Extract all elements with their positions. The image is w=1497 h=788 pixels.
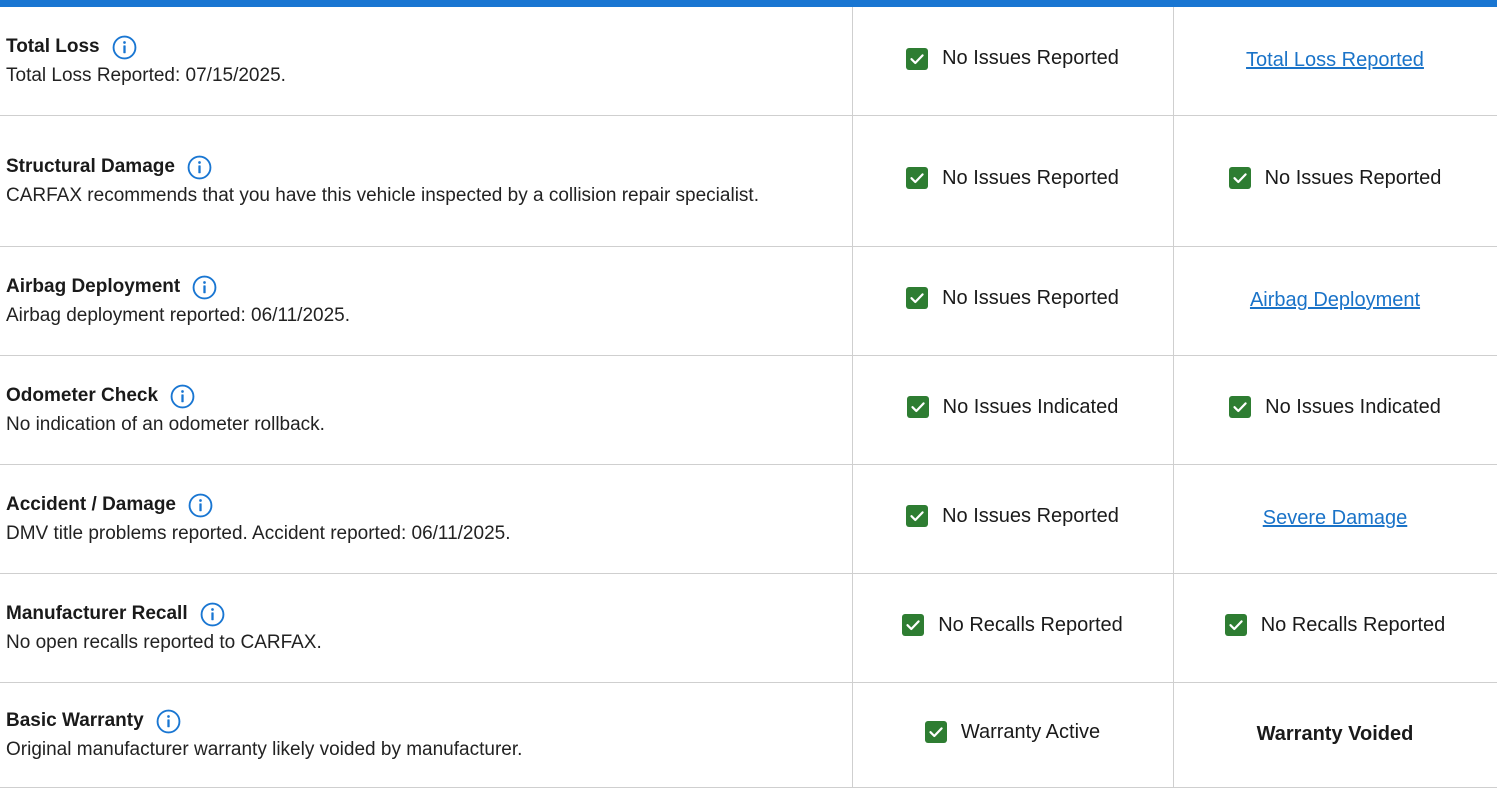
checkmark-icon bbox=[906, 47, 929, 70]
row-description: Airbag deployment reported: 06/11/2025. bbox=[6, 304, 350, 326]
airbag-deployment-label-cell: Airbag Deployment Airbag deployment repor… bbox=[0, 246, 852, 356]
info-icon[interactable] bbox=[156, 709, 181, 734]
checkmark-icon bbox=[906, 167, 929, 190]
structural-damage-label-cell: Structural Damage CARFAX recommends that … bbox=[0, 115, 852, 247]
checkmark-icon bbox=[906, 396, 929, 419]
total-loss-label-cell: Total Loss Total Loss Reported: 07/15/202… bbox=[0, 7, 852, 116]
odometer-check-column-b-cell: No Issues Indicated bbox=[851, 355, 1173, 465]
status-badge: No Recalls Reported bbox=[902, 614, 1123, 637]
info-icon[interactable] bbox=[170, 384, 195, 409]
row-description: CARFAX recommends that you have this veh… bbox=[6, 184, 759, 206]
basic-warranty-column-b-cell: Warranty Active bbox=[851, 682, 1173, 788]
row-description: DMV title problems reported. Accident re… bbox=[6, 522, 511, 544]
checkmark-icon bbox=[1224, 614, 1247, 637]
header-accent-bar bbox=[0, 0, 1497, 7]
total-loss-reported-link[interactable]: Total Loss Reported bbox=[1246, 49, 1424, 71]
manufacturer-recall-label-cell: Manufacturer Recall No open recalls repor… bbox=[0, 573, 852, 683]
info-icon[interactable] bbox=[187, 155, 212, 180]
status-badge: No Issues Reported bbox=[906, 47, 1119, 70]
table-row-manufacturer-recall: Manufacturer Recall No open recalls repor… bbox=[0, 573, 1497, 683]
odometer-check-label-cell: Odometer Check No indication of an odomet… bbox=[0, 355, 852, 465]
accident-damage-column-c-cell: Severe Damage bbox=[1172, 464, 1497, 574]
status-badge: Warranty Active bbox=[924, 720, 1101, 744]
checkmark-icon bbox=[906, 505, 929, 528]
row-description: Original manufacturer warranty likely vo… bbox=[6, 738, 523, 760]
status-badge: No Issues Reported bbox=[906, 287, 1119, 310]
table-row-total-loss: Total Loss Total Loss Reported: 07/15/202… bbox=[0, 7, 1497, 116]
structural-damage-column-c-cell: No Issues Reported bbox=[1172, 115, 1497, 247]
table-row-accident-damage: Accident / Damage DMV title problems repo… bbox=[0, 464, 1497, 574]
status-text: No Issues Reported bbox=[942, 504, 1119, 527]
status-badge: No Issues Reported bbox=[1228, 166, 1442, 190]
status-text: No Issues Reported bbox=[942, 286, 1119, 309]
row-description: No indication of an odometer rollback. bbox=[6, 413, 325, 435]
row-title: Odometer Check bbox=[6, 385, 159, 406]
status-text: No Issues Reported bbox=[942, 47, 1119, 69]
status-text: Warranty Active bbox=[960, 720, 1101, 743]
info-icon[interactable] bbox=[112, 35, 137, 60]
row-title: Structural Damage bbox=[6, 156, 175, 177]
row-description: No open recalls reported to CARFAX. bbox=[6, 631, 322, 653]
odometer-check-column-c-cell: No Issues Indicated bbox=[1172, 355, 1497, 465]
structural-damage-column-b-cell: No Issues Reported bbox=[851, 115, 1173, 247]
status-text: No Issues Reported bbox=[942, 166, 1119, 189]
checkmark-icon bbox=[906, 287, 929, 310]
history-comparison-table: Total Loss Total Loss Reported: 07/15/202… bbox=[0, 7, 1497, 788]
status-badge: No Issues Reported bbox=[906, 505, 1119, 528]
row-title: Manufacturer Recall bbox=[6, 603, 188, 624]
status-badge: No Issues Indicated bbox=[1229, 396, 1441, 419]
checkmark-icon bbox=[902, 614, 925, 637]
status-badge: No Recalls Reported bbox=[1224, 613, 1446, 637]
manufacturer-recall-column-b-cell: No Recalls Reported bbox=[851, 573, 1173, 683]
basic-warranty-column-c-cell: Warranty Voided bbox=[1172, 682, 1497, 788]
row-title: Accident / Damage bbox=[6, 494, 176, 515]
status-badge: No Issues Reported bbox=[906, 167, 1119, 190]
row-title: Total Loss bbox=[6, 36, 100, 58]
airbag-deployment-column-c-cell: Airbag Deployment bbox=[1172, 246, 1497, 356]
table-row-odometer-check: Odometer Check No indication of an odomet… bbox=[0, 355, 1497, 465]
airbag-deployment-link[interactable]: Airbag Deployment bbox=[1250, 289, 1420, 311]
info-icon[interactable] bbox=[192, 275, 217, 300]
row-title: Airbag Deployment bbox=[6, 276, 181, 297]
total-loss-column-c-cell: Total Loss Reported bbox=[1172, 7, 1497, 116]
basic-warranty-label-cell: Basic Warranty Original manufacturer warr… bbox=[0, 682, 852, 788]
accident-damage-label-cell: Accident / Damage DMV title problems repo… bbox=[0, 464, 852, 574]
severe-damage-link[interactable]: Severe Damage bbox=[1263, 507, 1408, 529]
status-text: Warranty Voided bbox=[1256, 723, 1414, 745]
status-text: No Recalls Reported bbox=[1260, 613, 1446, 636]
airbag-deployment-column-b-cell: No Issues Reported bbox=[851, 246, 1173, 356]
row-title: Basic Warranty bbox=[6, 710, 144, 731]
status-text: No Recalls Reported bbox=[938, 613, 1123, 636]
info-icon[interactable] bbox=[188, 493, 213, 518]
status-text: No Issues Reported bbox=[1264, 166, 1442, 189]
row-description: Total Loss Reported: 07/15/2025. bbox=[6, 64, 286, 86]
status-text: No Issues Indicated bbox=[942, 395, 1119, 418]
manufacturer-recall-column-c-cell: No Recalls Reported bbox=[1172, 573, 1497, 683]
checkmark-icon bbox=[924, 721, 947, 744]
status-text: No Issues Indicated bbox=[1265, 395, 1441, 418]
info-icon[interactable] bbox=[200, 602, 225, 627]
accident-damage-column-b-cell: No Issues Reported bbox=[851, 464, 1173, 574]
table-row-structural-damage: Structural Damage CARFAX recommends that … bbox=[0, 115, 1497, 247]
table-row-airbag-deployment: Airbag Deployment Airbag deployment repor… bbox=[0, 246, 1497, 356]
total-loss-column-b-cell: No Issues Reported bbox=[851, 7, 1173, 116]
checkmark-icon bbox=[1229, 396, 1252, 419]
table-row-basic-warranty: Basic Warranty Original manufacturer warr… bbox=[0, 682, 1497, 788]
checkmark-icon bbox=[1228, 167, 1251, 190]
status-badge: No Issues Indicated bbox=[906, 395, 1119, 419]
